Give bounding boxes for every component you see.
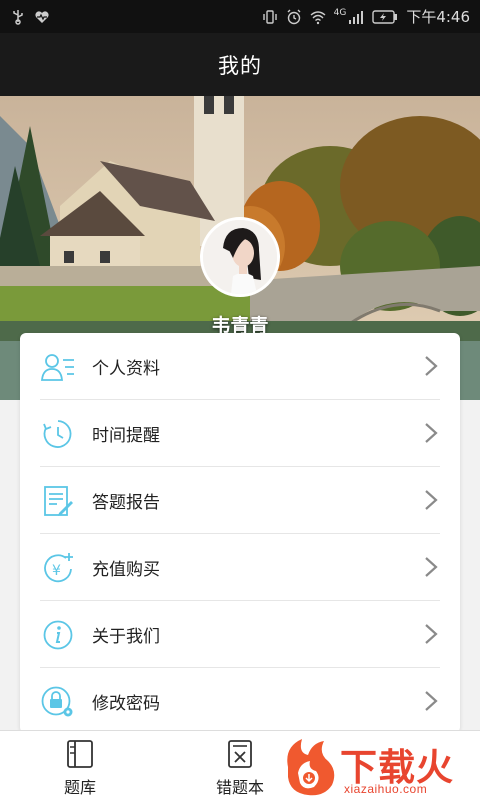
status-bar: 4G 下午4:46 [0,0,480,33]
menu-label: 时间提醒 [92,426,160,446]
chevron-right-icon [425,557,438,577]
menu-item-about-us[interactable]: 关于我们 [20,601,460,668]
menu-card: 个人资料 时间提醒 答题报告 ¥ 充值购买 关于我们 修改密码 [20,333,460,733]
chevron-right-icon [425,624,438,644]
title-bar: 我的 [0,33,480,96]
watermark-logo: 下载火 xiazaihuo.com [282,737,477,797]
chevron-right-icon [425,423,438,443]
signal-icon [349,10,364,24]
watermark-url: xiazaihuo.com [344,782,428,796]
question-bank-icon [67,740,93,768]
clock-reminder-icon [40,416,76,452]
battery-charging-icon [372,9,398,24]
menu-label: 关于我们 [92,627,160,647]
nav-label: 错题本 [215,778,264,797]
menu-label: 修改密码 [92,694,160,714]
network-type: 4G [333,7,347,18]
menu-item-time-reminder[interactable]: 时间提醒 [20,400,460,467]
nav-item-question-bank[interactable]: 题库 [30,731,130,800]
menu-label: 答题报告 [92,493,160,513]
info-icon [40,617,76,653]
lock-icon [40,684,76,720]
nav-item-wrong-notebook[interactable]: 错题本 [190,731,290,800]
avatar-photo [203,220,277,294]
nav-label: 题库 [63,778,96,797]
profile-icon [40,349,76,385]
menu-label: 充值购买 [92,560,160,580]
fire-logo-icon [287,739,335,796]
chevron-right-icon [425,490,438,510]
wifi-icon [310,10,326,24]
status-time: 下午4:46 [406,8,470,26]
menu-item-recharge[interactable]: ¥ 充值购买 [20,534,460,601]
chevron-right-icon [425,691,438,711]
menu-item-answer-report[interactable]: 答题报告 [20,467,460,534]
wrong-notebook-icon [228,740,252,768]
page-title: 我的 [218,53,262,78]
usb-icon [13,9,23,25]
report-icon [40,483,76,519]
recharge-icon: ¥ [40,550,76,586]
menu-label: 个人资料 [92,359,160,379]
heart-rate-icon [35,10,49,23]
chevron-right-icon [425,356,438,376]
menu-item-change-password[interactable]: 修改密码 [20,668,460,733]
svg-text:¥: ¥ [52,563,61,579]
avatar[interactable] [200,217,280,297]
alarm-icon [287,9,301,24]
vibrate-icon [262,9,277,24]
menu-item-profile[interactable]: 个人资料 [20,333,460,400]
